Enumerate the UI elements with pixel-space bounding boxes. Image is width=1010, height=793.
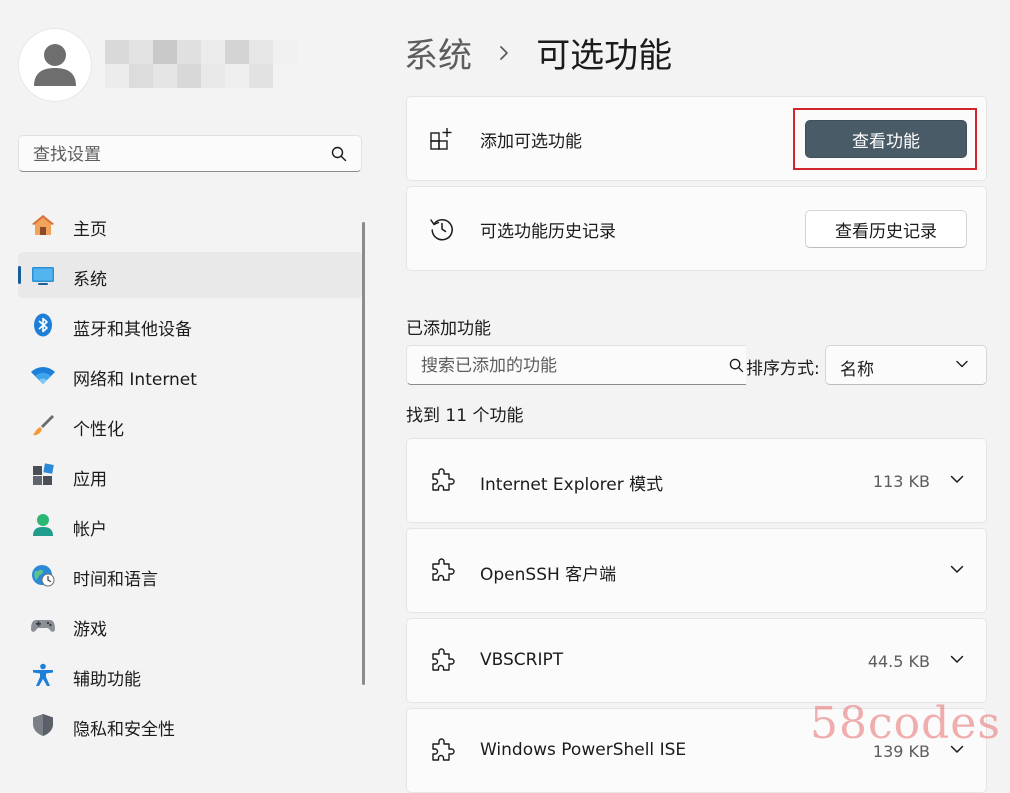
settings-search-box[interactable] <box>18 135 362 173</box>
add-feature-icon <box>430 127 452 150</box>
puzzle-icon <box>432 468 455 491</box>
brush-icon <box>33 415 54 436</box>
sidebar-item-accounts[interactable]: 帐户 <box>18 502 363 548</box>
sidebar-item-label: 应用 <box>73 470 107 490</box>
highlight-annotation <box>793 108 977 170</box>
feature-name: Internet Explorer 模式 <box>480 475 664 495</box>
feature-row[interactable]: OpenSSH 客户端 <box>406 528 987 613</box>
gamepad-icon <box>31 620 55 632</box>
watermark: 58codes <box>810 698 1001 749</box>
sidebar-item-label: 隐私和安全性 <box>73 720 175 740</box>
sidebar-item-gaming[interactable]: 游戏 <box>18 602 363 648</box>
sidebar-scrollbar[interactable] <box>362 222 365 685</box>
sidebar-item-system[interactable]: 系统 <box>18 252 363 298</box>
sidebar-item-label: 时间和语言 <box>73 570 158 590</box>
feature-row[interactable]: Internet Explorer 模式 113 KB <box>406 438 987 523</box>
chevron-right-icon <box>500 45 508 60</box>
feature-size: 113 KB <box>872 472 930 491</box>
account-icon <box>33 514 53 536</box>
found-count: 找到 11 个功能 <box>406 406 524 426</box>
history-label: 可选功能历史记录 <box>480 221 616 242</box>
feature-name: VBSCRIPT <box>480 650 564 670</box>
sort-label: 排序方式: <box>746 359 820 379</box>
puzzle-icon <box>432 558 455 581</box>
sidebar-item-label: 蓝牙和其他设备 <box>73 320 192 340</box>
user-name-blurred <box>105 40 300 90</box>
add-feature-label: 添加可选功能 <box>480 131 582 152</box>
time-language-icon <box>32 565 55 587</box>
installed-features-heading: 已添加功能 <box>406 319 491 339</box>
breadcrumb-parent[interactable]: 系统 <box>404 36 472 76</box>
accessibility-icon <box>33 663 53 686</box>
sidebar-item-label: 系统 <box>73 270 107 290</box>
sidebar-item-home[interactable]: 主页 <box>18 202 363 248</box>
sort-dropdown[interactable]: 名称 <box>825 345 987 385</box>
avatar[interactable] <box>18 28 92 102</box>
sidebar-item-time-language[interactable]: 时间和语言 <box>18 552 363 598</box>
settings-search-input[interactable] <box>31 136 325 173</box>
feature-size: 44.5 KB <box>867 652 930 671</box>
sidebar-item-label: 网络和 Internet <box>73 370 197 390</box>
feature-history-card: 可选功能历史记录 查看历史记录 <box>406 186 987 271</box>
sidebar-item-network[interactable]: 网络和 Internet <box>18 352 363 398</box>
sidebar-item-label: 辅助功能 <box>73 670 141 690</box>
chevron-down-icon[interactable] <box>950 655 964 664</box>
sidebar-item-privacy[interactable]: 隐私和安全性 <box>18 702 363 748</box>
sidebar-item-bluetooth[interactable]: 蓝牙和其他设备 <box>18 302 363 348</box>
bluetooth-icon <box>34 313 52 337</box>
puzzle-icon <box>432 648 455 671</box>
feature-name: OpenSSH 客户端 <box>480 565 617 585</box>
home-icon <box>32 215 54 235</box>
installed-search-input[interactable] <box>419 346 723 386</box>
chevron-down-icon <box>956 360 968 368</box>
installed-search-box[interactable] <box>406 345 746 386</box>
system-icon <box>32 267 54 285</box>
wifi-icon <box>31 367 55 384</box>
shield-icon <box>33 714 53 736</box>
sidebar-item-label: 个性化 <box>73 420 124 440</box>
sidebar-item-personalization[interactable]: 个性化 <box>18 402 363 448</box>
sidebar-item-accessibility[interactable]: 辅助功能 <box>18 652 363 698</box>
sidebar-item-label: 帐户 <box>73 520 107 540</box>
apps-icon <box>33 463 54 485</box>
page-title: 可选功能 <box>536 36 673 76</box>
sidebar-item-label: 主页 <box>73 220 107 240</box>
sidebar-item-label: 游戏 <box>73 620 107 640</box>
feature-row[interactable]: VBSCRIPT 44.5 KB <box>406 618 987 703</box>
sort-value: 名称 <box>840 360 874 380</box>
sidebar: 主页 系统 蓝牙和其他设备 网络和 Internet <box>0 0 380 758</box>
user-icon <box>34 44 76 86</box>
history-icon <box>430 218 453 240</box>
puzzle-icon <box>432 738 455 761</box>
sidebar-item-apps[interactable]: 应用 <box>18 452 363 498</box>
search-icon[interactable] <box>331 146 347 162</box>
chevron-down-icon[interactable] <box>950 565 964 574</box>
sidebar-nav: 主页 系统 蓝牙和其他设备 网络和 Internet 个性化 应用 帐户 时间和… <box>18 202 363 752</box>
breadcrumb: 系统 可选功能 <box>404 28 672 76</box>
chevron-down-icon[interactable] <box>950 475 964 484</box>
feature-name: Windows PowerShell ISE <box>480 740 687 760</box>
search-icon[interactable] <box>729 358 744 373</box>
view-history-button[interactable]: 查看历史记录 <box>805 210 967 248</box>
